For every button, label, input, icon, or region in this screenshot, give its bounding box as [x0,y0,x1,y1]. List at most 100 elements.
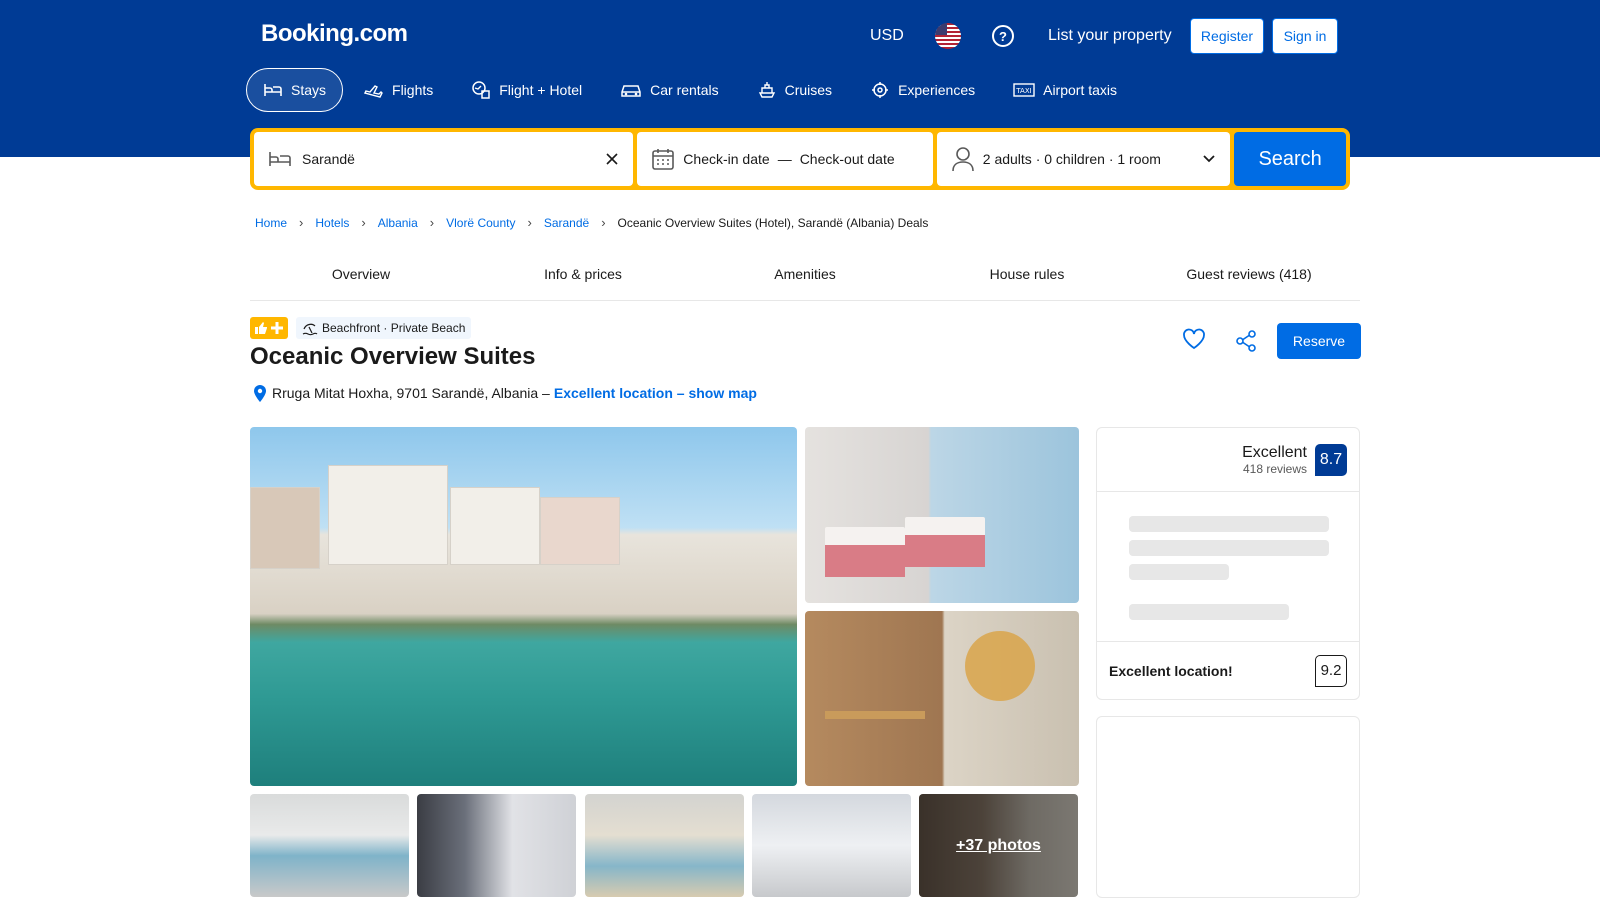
bed-icon [269,152,291,166]
calendar-icon [652,149,675,170]
chevron-right-icon: › [527,215,532,230]
nav-item-airport-taxis[interactable]: TAXI Airport taxis [996,68,1134,112]
nav-item-car-rentals[interactable]: Car rentals [603,68,735,112]
svg-text:TAXI: TAXI [1015,87,1031,95]
heart-icon[interactable] [1182,328,1206,350]
review-text: Excellent 418 reviews [1242,444,1307,476]
nav-item-label: Cruises [784,82,833,98]
map-preview-card[interactable] [1096,716,1360,898]
breadcrumb-home[interactable]: Home [255,216,287,230]
chevron-right-icon: › [299,215,304,230]
nav-item-label: Flights [392,82,434,98]
breadcrumb-sarande[interactable]: Sarandë [544,216,589,230]
tab-house-rules[interactable]: House rules [916,256,1138,300]
skeleton-line [1129,604,1289,620]
destination-value: Sarandë [302,151,355,167]
sign-in-button[interactable]: Sign in [1272,18,1338,54]
register-button[interactable]: Register [1190,18,1264,54]
clear-icon[interactable] [605,152,619,166]
skeleton-line [1129,516,1329,532]
chevron-right-icon: › [429,215,435,230]
blanket-shape [905,535,985,567]
beachfront-label: Beachfront · Private Beach [322,321,466,335]
nav-item-label: Experiences [898,82,976,98]
question-mark-icon: ? [992,25,1014,47]
chevron-right-icon: › [601,215,606,230]
flight-hotel-icon [472,81,490,99]
main-photo-seafront[interactable] [250,427,797,786]
review-count: 418 reviews [1242,461,1307,476]
thumbnail-bedroom[interactable] [417,794,576,897]
property-address: Rruga Mitat Hoxha, 9701 Sarandë, Albania… [252,383,757,403]
currency-selector[interactable]: USD [870,18,904,54]
nav-item-experiences[interactable]: Experiences [853,68,992,112]
thumbnail-beach[interactable] [585,794,744,897]
language-selector[interactable] [935,18,961,54]
breadcrumb-vlore-county[interactable]: Vlorë County [446,216,515,230]
product-nav: Stays Flights Flight + Hotel Car rentals… [246,68,1138,112]
nav-item-label: Stays [291,82,327,98]
guests-field[interactable]: 2 adults · 0 children · 1 room [936,132,1231,186]
share-icon[interactable] [1235,330,1257,352]
sun-decor-shape [965,631,1035,701]
tab-guest-reviews[interactable]: Guest reviews (418) [1138,256,1360,300]
map-pin-icon [254,385,266,402]
nav-item-cruises[interactable]: Cruises [740,68,849,112]
blanket-shape [825,545,905,577]
tab-amenities[interactable]: Amenities [694,256,916,300]
list-property-link[interactable]: List your property [1048,18,1172,54]
thumbnail-restaurant[interactable] [250,794,409,897]
nav-item-stays[interactable]: Stays [246,68,344,112]
building-shape [450,487,540,565]
date-picker-field[interactable]: Check-in date — Check-out date [637,132,933,186]
review-score-badge: 8.7 [1315,443,1347,476]
breadcrumb-hotels[interactable]: Hotels [315,216,349,230]
nav-item-label: Flight + Hotel [499,82,583,98]
plus-icon [271,322,283,334]
more-photos-link[interactable]: +37 photos [956,837,1041,855]
review-rating-word: Excellent [1242,443,1307,461]
building-shape [328,465,448,565]
breadcrumb-albania[interactable]: Albania [378,216,418,230]
bed-icon [264,84,282,96]
breadcrumb: Home › Hotels › Albania › Vlorë County ›… [255,215,928,230]
building-shape [540,497,620,565]
destination-field[interactable]: Sarandë [254,132,634,186]
guests-value: 2 adults · 0 children · 1 room [982,151,1161,167]
nav-item-label: Airport taxis [1043,82,1118,98]
car-icon [621,85,641,97]
tab-overview[interactable]: Overview [250,256,472,300]
ship-icon [758,82,775,98]
photo-stone-wall-room[interactable] [805,611,1079,786]
date-separator: — [777,151,792,167]
preferred-badge[interactable] [250,317,288,339]
shelf-shape [825,711,925,719]
tab-info-prices[interactable]: Info & prices [472,256,694,300]
person-icon [951,147,974,172]
us-flag-icon [935,23,961,49]
booking-logo[interactable]: Booking.com [261,20,408,48]
review-summary-card: Excellent 418 reviews 8.7 Excellent loca… [1096,427,1360,700]
beach-icon [302,323,318,336]
review-score-header[interactable]: Excellent 418 reviews 8.7 [1097,428,1359,492]
photo-twin-bedroom[interactable] [805,427,1079,603]
thumbnail-reception[interactable] [752,794,911,897]
reserve-button[interactable]: Reserve [1277,323,1361,359]
help-button[interactable]: ? [992,18,1014,54]
attraction-icon [872,82,889,98]
chevron-down-icon [1203,155,1215,163]
property-tabs: Overview Info & prices Amenities House r… [250,256,1360,301]
checkin-date: Check-in date [683,151,770,167]
thumbs-up-icon [255,322,267,334]
location-score-row: Excellent location! 9.2 [1097,641,1359,699]
taxi-icon: TAXI [1013,83,1035,97]
checkout-date: Check-out date [799,151,895,167]
thumbnail-more-photos[interactable]: +37 photos [919,794,1078,897]
nav-item-flights[interactable]: Flights [347,68,450,112]
search-button[interactable]: Search [1234,132,1347,186]
location-score-label: Excellent location! [1109,662,1233,679]
show-map-link[interactable]: Excellent location – show map [554,385,757,401]
location-score-badge: 9.2 [1315,654,1347,687]
nav-item-flight-hotel[interactable]: Flight + Hotel [454,68,599,112]
nav-item-label: Car rentals [650,82,719,98]
